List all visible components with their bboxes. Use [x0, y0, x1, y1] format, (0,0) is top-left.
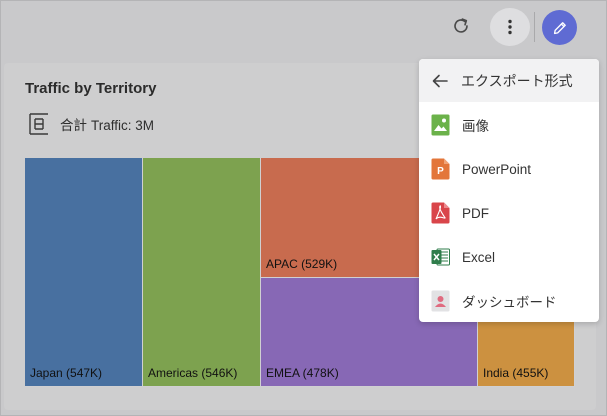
summary-value: Traffic: 3M	[91, 118, 155, 133]
refresh-button[interactable]	[444, 9, 478, 43]
export-dashboard-label: ダッシュボード	[462, 295, 557, 310]
toolbar	[0, 0, 607, 56]
image-icon	[431, 114, 450, 136]
excel-icon	[431, 248, 450, 266]
export-powerpoint-label: PowerPoint	[462, 161, 532, 177]
tree-structure-icon	[29, 113, 48, 135]
export-image-label: 画像	[462, 119, 489, 134]
treemap-tile-label: Americas (546K)	[148, 366, 238, 380]
refresh-icon	[454, 18, 468, 33]
edit-button[interactable]	[542, 10, 577, 45]
export-image-item[interactable]: 画像	[419, 103, 599, 147]
more-options-button[interactable]	[490, 8, 530, 46]
export-pdf-label: PDF	[462, 205, 489, 221]
treemap-tile-label: APAC (529K)	[266, 257, 338, 271]
arrow-left-icon[interactable]	[431, 72, 449, 90]
treemap-tile-americas[interactable]: Americas (546K)	[143, 158, 261, 387]
powerpoint-icon: P	[431, 158, 450, 180]
export-menu-title: エクスポート形式	[461, 72, 573, 89]
dashboard-icon	[431, 290, 450, 312]
export-menu: エクスポート形式 画像 P PowerPoint PDF Excel ダッシュボ…	[419, 59, 599, 322]
treemap-tile-label: India (455K)	[483, 366, 549, 380]
summary-row: 合計 Traffic: 3M	[26, 111, 158, 137]
export-excel-label: Excel	[462, 249, 496, 265]
more-vertical-icon	[508, 19, 512, 35]
export-powerpoint-item[interactable]: P PowerPoint	[419, 147, 599, 191]
card-title: Traffic by Territory	[25, 80, 157, 97]
summary-prefix: 合計	[60, 118, 87, 133]
export-menu-header[interactable]: エクスポート形式	[419, 59, 599, 102]
treemap-tile-japan[interactable]: Japan (547K)	[25, 158, 143, 387]
export-dashboard-item[interactable]: ダッシュボード	[419, 279, 599, 323]
export-pdf-item[interactable]: PDF	[419, 191, 599, 235]
export-excel-item[interactable]: Excel	[419, 235, 599, 279]
summary-label: 合計 Traffic: 3M	[60, 114, 158, 134]
toolbar-divider	[534, 12, 535, 42]
svg-text:P: P	[437, 166, 444, 177]
treemap-tile-label: Japan (547K)	[30, 366, 103, 380]
pdf-icon	[431, 202, 450, 224]
treemap-tile-label: EMEA (478K)	[266, 366, 339, 380]
pencil-icon	[553, 21, 566, 34]
